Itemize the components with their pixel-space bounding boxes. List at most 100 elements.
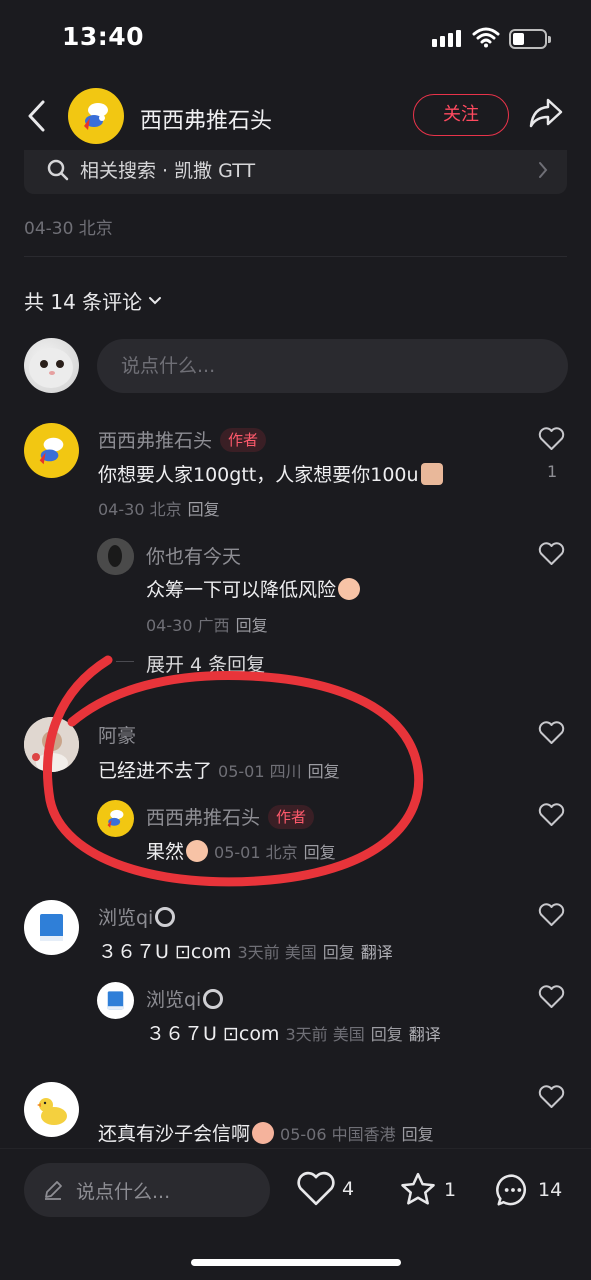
comment-author-name: 浏览qi bbox=[98, 907, 154, 929]
expand-divider bbox=[116, 661, 134, 662]
reply-author[interactable]: 浏览qi bbox=[146, 985, 224, 1012]
comment-count[interactable]: 共 14 条评论 bbox=[24, 286, 162, 315]
replier-avatar[interactable] bbox=[97, 538, 134, 575]
comment-count: 14 bbox=[538, 1179, 563, 1201]
comment-input-box[interactable] bbox=[97, 339, 568, 393]
comment-text[interactable]: ３６７U ⊡com 3天前 美国 回复 翻译 bbox=[98, 937, 393, 964]
battery-icon bbox=[509, 29, 551, 49]
status-time: 13:40 bbox=[62, 22, 145, 51]
reply-button[interactable]: 回复 bbox=[323, 943, 355, 962]
search-icon bbox=[47, 159, 69, 181]
like-count: 1 bbox=[547, 462, 558, 481]
commenter-avatar[interactable] bbox=[24, 423, 79, 478]
reply-button[interactable]: 回复 bbox=[308, 762, 340, 781]
reply-text-content: ３６７U ⊡com bbox=[146, 1023, 280, 1045]
comment-count-label: 共 14 条评论 bbox=[24, 290, 143, 314]
comment-text-content: 已经进不去了 bbox=[98, 760, 213, 782]
book-avatar-image bbox=[40, 914, 63, 941]
top-nav: 西西弗推石头 关注 bbox=[0, 80, 591, 152]
heart-icon[interactable] bbox=[538, 903, 565, 927]
expand-replies-button[interactable]: 展开 4 条回复 bbox=[146, 650, 265, 677]
reply-date: 04-30 广西 bbox=[146, 616, 230, 635]
author-avatar-image bbox=[107, 809, 124, 828]
reply-text[interactable]: ３６７U ⊡com 3天前 美国 回复 翻译 bbox=[146, 1019, 441, 1046]
author-avatar-image bbox=[84, 103, 108, 130]
reply-author-name: 西西弗推石头 bbox=[146, 807, 261, 829]
heart-icon[interactable] bbox=[538, 427, 565, 451]
comment-date: 05-01 四川 bbox=[218, 762, 302, 781]
heart-icon[interactable] bbox=[538, 803, 565, 827]
reply-text-content: 果然 bbox=[146, 841, 185, 863]
back-icon[interactable] bbox=[24, 98, 48, 134]
heart-icon[interactable] bbox=[538, 1085, 565, 1109]
heart-icon bbox=[297, 1171, 335, 1206]
magnifier-emoji-icon bbox=[203, 989, 224, 1009]
author-avatar-image bbox=[39, 437, 64, 465]
comment-meta: 3天前 美国 回复 翻译 bbox=[237, 943, 392, 962]
reply-meta: 05-01 北京 回复 bbox=[214, 843, 336, 862]
pencil-icon bbox=[45, 1181, 62, 1200]
comment-input[interactable] bbox=[121, 339, 541, 393]
follow-button[interactable]: 关注 bbox=[413, 94, 509, 136]
comment-text-content: 你想要人家100gtt，人家想要你100u bbox=[98, 464, 419, 486]
bottom-comment-input[interactable]: 说点什么... bbox=[24, 1163, 270, 1217]
chevron-right-icon bbox=[539, 162, 548, 178]
star-action[interactable]: 1 bbox=[398, 1171, 456, 1209]
comment-text[interactable]: 已经进不去了 05-01 四川 回复 bbox=[98, 756, 340, 783]
reply-button[interactable]: 回复 bbox=[236, 616, 268, 635]
comment-date: 3天前 美国 bbox=[237, 943, 317, 962]
reply-meta: 3天前 美国 回复 翻译 bbox=[285, 1025, 440, 1044]
signal-icon bbox=[432, 30, 461, 47]
author-avatar[interactable] bbox=[68, 88, 124, 144]
commenter-avatar-image bbox=[24, 717, 79, 772]
bottom-bar: 说点什么... 4 1 14 bbox=[0, 1148, 591, 1280]
reply-date: 05-01 北京 bbox=[214, 843, 298, 862]
translate-button[interactable]: 翻译 bbox=[361, 943, 393, 962]
comment-meta: 04-30 北京 回复 bbox=[98, 496, 220, 520]
comment-text[interactable]: 你想要人家100gtt，人家想要你100u bbox=[98, 460, 443, 487]
commenter-avatar[interactable] bbox=[24, 1082, 79, 1137]
reply-text[interactable]: 果然 05-01 北京 回复 bbox=[146, 837, 336, 864]
comment-meta: 05-01 四川 回复 bbox=[218, 762, 340, 781]
heart-icon[interactable] bbox=[538, 721, 565, 745]
post-date-location: 04-30 北京 bbox=[24, 219, 113, 239]
star-icon bbox=[401, 1172, 435, 1205]
emoji-icon bbox=[420, 463, 443, 485]
heart-icon[interactable] bbox=[538, 985, 565, 1009]
comment-action[interactable]: 14 bbox=[494, 1171, 562, 1209]
reply-button[interactable]: 回复 bbox=[188, 500, 220, 519]
peach-emoji-icon bbox=[252, 1122, 275, 1144]
reply-button[interactable]: 回复 bbox=[402, 1125, 434, 1144]
comment-author[interactable]: 浏览qi bbox=[98, 903, 176, 930]
book-avatar-image bbox=[107, 991, 124, 1010]
duck-avatar-image bbox=[37, 1098, 67, 1125]
bottom-input-placeholder: 说点什么... bbox=[76, 1181, 171, 1203]
reply-meta: 04-30 广西 回复 bbox=[146, 612, 268, 636]
translate-button[interactable]: 翻译 bbox=[409, 1025, 441, 1044]
replier-avatar[interactable] bbox=[97, 800, 134, 837]
like-count: 4 bbox=[342, 1178, 355, 1200]
comment-date: 05-06 中国香港 bbox=[280, 1125, 396, 1144]
share-icon[interactable] bbox=[528, 96, 564, 130]
status-bar: 13:40 bbox=[0, 0, 591, 80]
heart-icon[interactable] bbox=[538, 542, 565, 566]
reply-text[interactable]: 众筹一下可以降低风险 bbox=[146, 575, 361, 602]
replier-avatar[interactable] bbox=[97, 982, 134, 1019]
comment-author[interactable]: 西西弗推石头 作者 bbox=[98, 426, 267, 453]
reply-date: 3天前 美国 bbox=[285, 1025, 365, 1044]
divider bbox=[24, 256, 567, 257]
comment-date: 04-30 北京 bbox=[98, 500, 182, 519]
commenter-avatar[interactable] bbox=[24, 717, 79, 772]
related-search-bar[interactable]: 相关搜索 · 凯撒 GTT bbox=[24, 150, 567, 194]
reply-author[interactable]: 西西弗推石头 作者 bbox=[146, 803, 315, 830]
reply-button[interactable]: 回复 bbox=[304, 843, 336, 862]
comment-text[interactable]: 还真有沙子会信啊 05-06 中国香港 回复 bbox=[98, 1119, 434, 1146]
author-name[interactable]: 西西弗推石头 bbox=[140, 103, 272, 135]
comment-author-name: 西西弗推石头 bbox=[98, 430, 213, 452]
like-action[interactable]: 4 bbox=[296, 1171, 354, 1207]
reply-author-name[interactable]: 你也有今天 bbox=[146, 542, 241, 569]
commenter-avatar[interactable] bbox=[24, 900, 79, 955]
comment-author-name[interactable]: 阿豪 bbox=[98, 721, 136, 748]
chevron-down-icon bbox=[149, 296, 162, 304]
reply-button[interactable]: 回复 bbox=[371, 1025, 403, 1044]
